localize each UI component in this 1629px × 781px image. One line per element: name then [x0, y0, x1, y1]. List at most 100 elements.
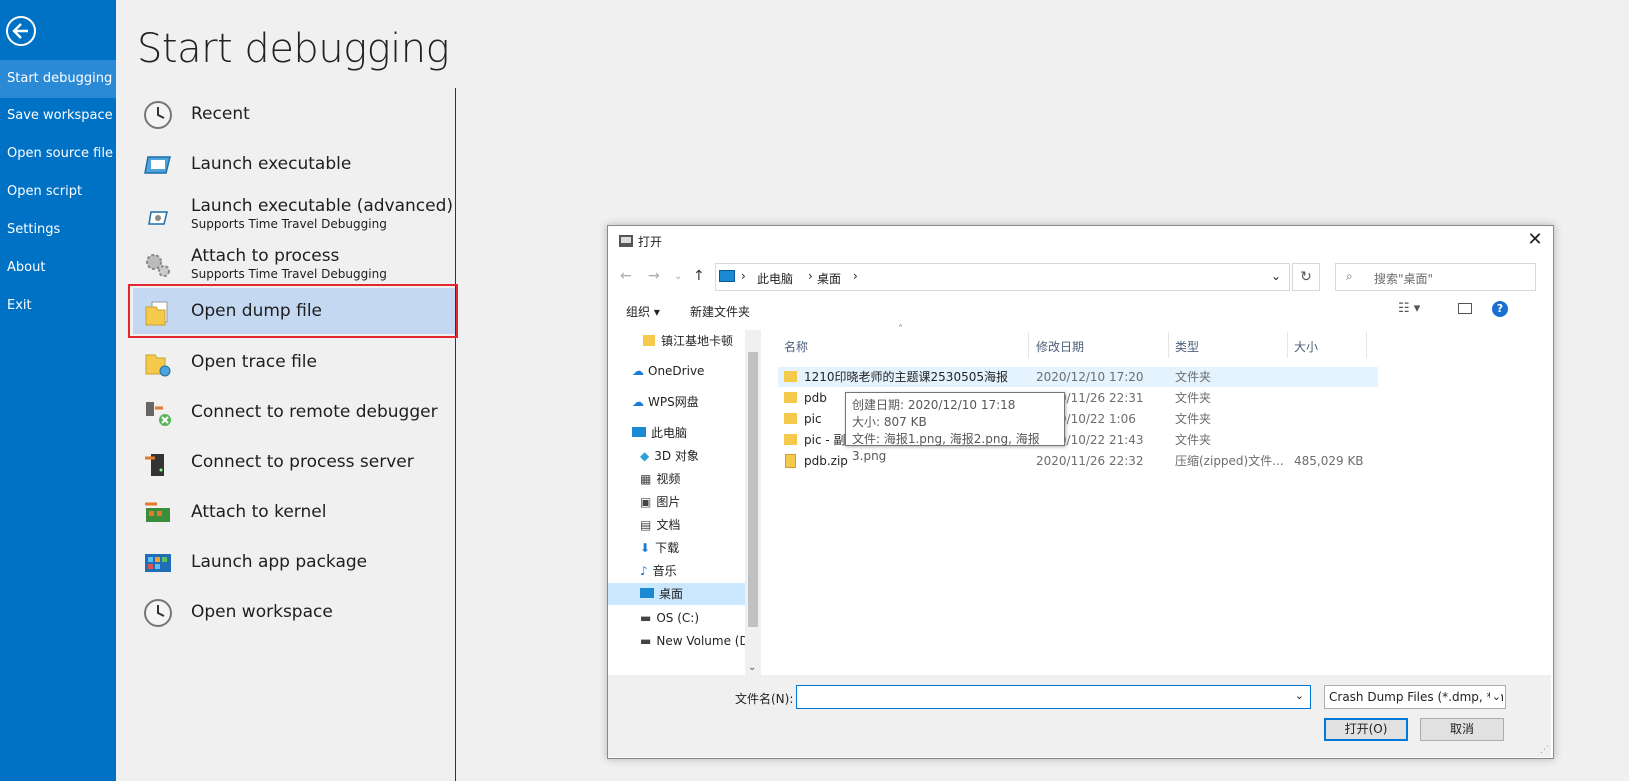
- kernel-icon: [145, 502, 170, 522]
- nav-start-debugging[interactable]: Start debugging: [0, 60, 116, 98]
- remote-debugger-icon: [146, 402, 171, 426]
- filename-label: 文件名(N):: [735, 692, 794, 706]
- dialog-title: 打开: [638, 235, 663, 249]
- open-workspace-item[interactable]: Open workspace: [133, 588, 455, 636]
- resize-grip-icon[interactable]: ⋰: [1540, 745, 1549, 755]
- app-package-icon: [145, 554, 171, 572]
- column-separator[interactable]: [1168, 332, 1169, 358]
- item-sublabel: Supports Time Travel Debugging: [191, 267, 387, 281]
- cancel-button[interactable]: 取消: [1420, 718, 1504, 741]
- nav-exit[interactable]: Exit: [0, 287, 116, 325]
- new-folder-button[interactable]: 新建文件夹: [690, 303, 750, 320]
- address-bar[interactable]: › 此电脑 › 桌面 › ⌄: [715, 263, 1290, 291]
- address-row: ← → ⌄ ↑ › 此电脑 › 桌面 › ⌄ ↻ ⌕ 搜索"桌面": [608, 260, 1551, 294]
- launch-executable-advanced-item[interactable]: Launch executable (advanced) Supports Ti…: [133, 190, 455, 238]
- chevron-down-icon[interactable]: ⌄: [1295, 689, 1304, 702]
- connect-process-server-item[interactable]: Connect to process server: [133, 438, 455, 486]
- column-separator[interactable]: [1028, 332, 1029, 358]
- breadcrumb-sep-icon: ›: [808, 269, 813, 283]
- desktop-icon: [640, 588, 654, 598]
- music-icon: ♪: [640, 564, 648, 578]
- help-icon[interactable]: ?: [1492, 301, 1508, 317]
- breadcrumb-this-pc[interactable]: 此电脑: [757, 270, 793, 287]
- view-options-icon[interactable]: ☷ ▾: [1398, 301, 1420, 316]
- close-icon[interactable]: ✕: [1525, 230, 1545, 250]
- nav-settings[interactable]: Settings: [0, 211, 116, 249]
- tree-label: 镇江基地卡顿: [661, 334, 734, 348]
- folder-icon: [784, 434, 797, 445]
- tree-item-documents[interactable]: ▤ 文档: [640, 514, 680, 536]
- column-size[interactable]: 大小: [1294, 338, 1318, 355]
- tree-item-music[interactable]: ♪ 音乐: [640, 560, 677, 582]
- item-label: Launch executable: [191, 154, 352, 174]
- refresh-icon[interactable]: ↻: [1292, 263, 1320, 291]
- item-label: Attach to kernel: [191, 502, 327, 522]
- open-file-dialog: 打开 ✕ ← → ⌄ ↑ › 此电脑 › 桌面 › ⌄ ↻ ⌕ 搜索"桌面" 组…: [607, 225, 1554, 759]
- forward-icon[interactable]: →: [648, 268, 660, 284]
- recent-locations-icon[interactable]: ⌄: [674, 271, 682, 282]
- back-icon[interactable]: ←: [620, 268, 632, 284]
- tree-item-downloads[interactable]: ⬇ 下载: [640, 537, 679, 559]
- back-arrow-icon[interactable]: [6, 16, 36, 46]
- item-label: Connect to process server: [191, 452, 414, 472]
- document-icon: ▤: [640, 518, 652, 532]
- column-separator[interactable]: [1366, 332, 1367, 358]
- process-server-icon: [145, 454, 164, 476]
- file-row[interactable]: 1210印晓老师的主题课2530505海报 2020/12/10 17:20 文…: [778, 367, 1378, 387]
- search-input[interactable]: ⌕ 搜索"桌面": [1335, 263, 1536, 291]
- file-name: pic - 副: [804, 433, 846, 447]
- open-trace-file-item[interactable]: Open trace file: [133, 338, 455, 386]
- tree-label: 下载: [655, 541, 680, 555]
- nav-save-workspace[interactable]: Save workspace: [0, 97, 116, 135]
- nav-open-script[interactable]: Open script: [0, 173, 116, 211]
- tree-item-pictures[interactable]: ▣ 图片: [640, 491, 680, 513]
- attach-to-process-item[interactable]: Attach to process Supports Time Travel D…: [133, 240, 455, 288]
- recent-item[interactable]: Recent: [133, 90, 455, 138]
- search-icon: ⌕: [1346, 269, 1353, 283]
- column-date[interactable]: 修改日期: [1036, 338, 1084, 355]
- download-icon: ⬇: [640, 541, 651, 555]
- file-type: 文件夹: [1175, 370, 1212, 384]
- tree-item-d-drive[interactable]: ▬ New Volume (D: [640, 630, 749, 652]
- scroll-down-icon[interactable]: ⌄: [748, 662, 756, 673]
- file-name: pic: [804, 412, 822, 426]
- column-type[interactable]: 类型: [1175, 338, 1199, 355]
- selection-highlight: [128, 284, 458, 338]
- launch-executable-item[interactable]: Launch executable: [133, 140, 455, 188]
- breadcrumb-desktop[interactable]: 桌面: [817, 270, 841, 287]
- attach-to-kernel-item[interactable]: Attach to kernel: [133, 488, 455, 536]
- tree-item-onedrive[interactable]: ☁ OneDrive: [632, 360, 704, 382]
- column-separator[interactable]: [1287, 332, 1288, 358]
- tree-item-this-pc[interactable]: 此电脑: [632, 422, 687, 444]
- preview-pane-icon[interactable]: [1458, 303, 1472, 314]
- filename-input[interactable]: ⌄: [796, 685, 1311, 709]
- filetype-select[interactable]: Crash Dump Files (*.dmp, *.h ⌄: [1324, 685, 1506, 709]
- cloud-icon: ☁: [632, 395, 644, 409]
- up-icon[interactable]: ↑: [693, 268, 705, 284]
- nav-open-source-file[interactable]: Open source file: [0, 135, 116, 173]
- file-type: 文件夹: [1175, 391, 1212, 405]
- open-button[interactable]: 打开(O): [1324, 718, 1408, 741]
- nav-about[interactable]: About: [0, 249, 116, 287]
- sort-arrow-icon: ˄: [898, 324, 903, 335]
- chevron-down-icon[interactable]: ⌄: [1271, 269, 1281, 283]
- column-name[interactable]: 名称: [784, 338, 808, 355]
- tree-item-videos[interactable]: ▦ 视频: [640, 468, 680, 490]
- tree-item-3d[interactable]: ◆ 3D 对象: [640, 445, 699, 467]
- tree-label: 此电脑: [651, 426, 688, 440]
- file-type: 文件夹: [1175, 412, 1212, 426]
- connect-remote-debugger-item[interactable]: Connect to remote debugger: [133, 388, 455, 436]
- organize-menu[interactable]: 组织 ▾: [626, 303, 660, 320]
- tree-item-folder[interactable]: 镇江基地卡顿: [643, 330, 733, 352]
- item-label: Launch app package: [191, 552, 368, 572]
- clock-icon: [144, 101, 172, 129]
- tree-item-c-drive[interactable]: ▬ OS (C:): [640, 607, 699, 629]
- scrollbar-thumb[interactable]: [748, 352, 758, 627]
- folder-icon: [784, 413, 797, 424]
- tree-item-desktop[interactable]: 桌面: [608, 583, 745, 605]
- tree-item-wps[interactable]: ☁ WPS网盘: [632, 391, 699, 413]
- tree-scrollbar[interactable]: ⌄: [745, 330, 761, 675]
- dialog-bottom-bar: 文件名(N): ⌄ Crash Dump Files (*.dmp, *.h ⌄…: [608, 675, 1551, 757]
- page-title: Start debugging: [137, 26, 450, 72]
- launch-app-package-item[interactable]: Launch app package: [133, 538, 455, 586]
